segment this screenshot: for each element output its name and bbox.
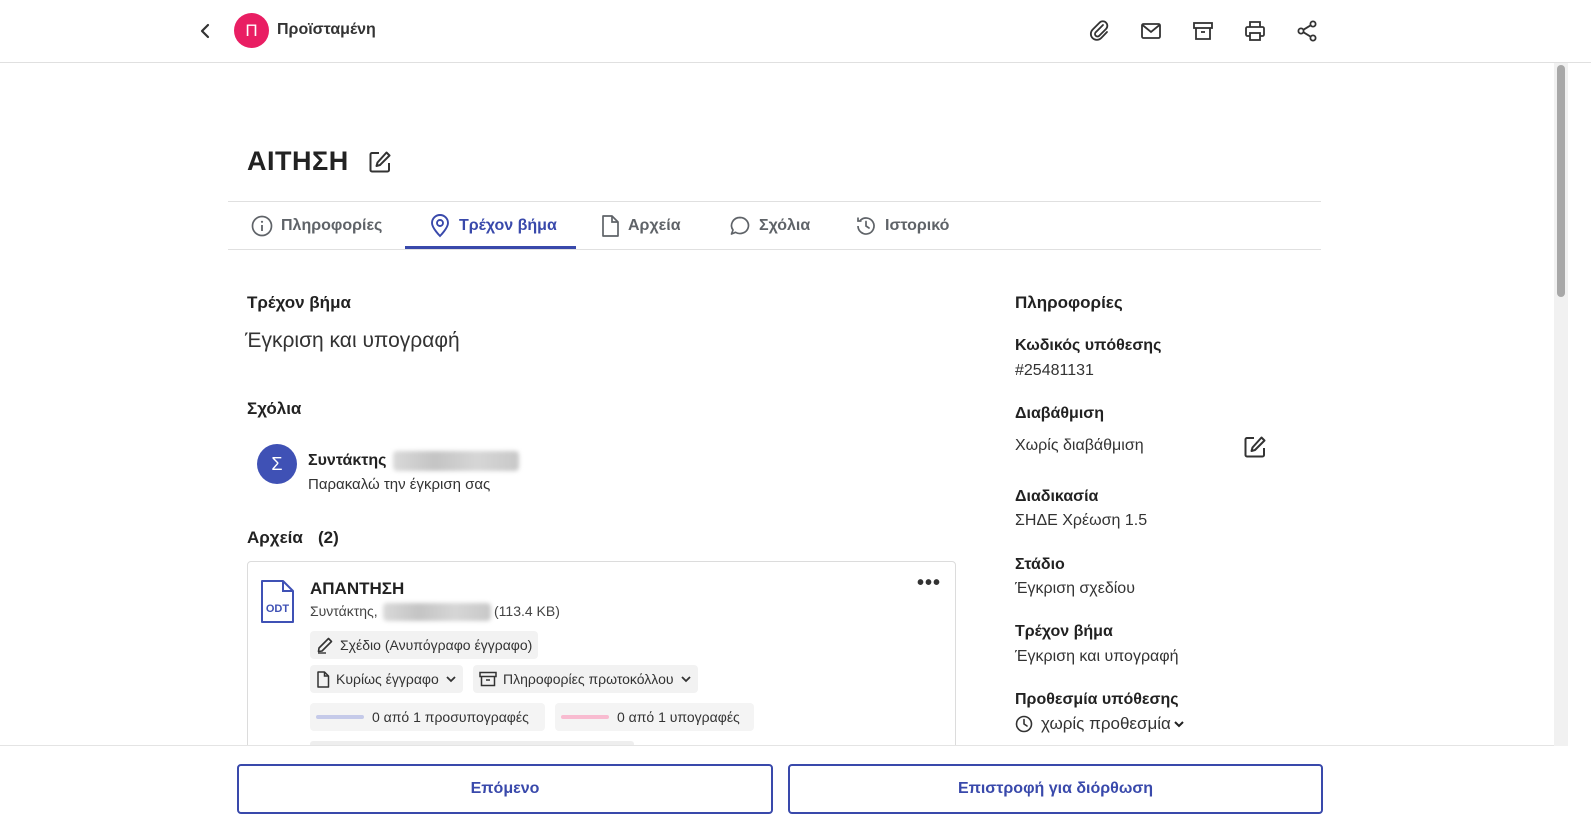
info-icon [251,215,273,237]
deadline-label: Προθεσμία υπόθεσης [1015,691,1179,708]
rating-value: Χωρίς διαβάθμιση [1015,437,1144,454]
scrollbar-thumb[interactable] [1557,65,1565,297]
redacted-author-name [393,451,519,471]
main-document-dropdown[interactable]: Κυρίως έγγραφο [310,665,463,693]
tab-history[interactable]: Ιστορικό [855,202,949,250]
process-value: ΣΗΔΕ Χρέωση 1.5 [1015,512,1148,529]
comment-icon [730,216,750,235]
redacted-file-info [383,603,491,621]
cosignatures-label: 0 από 1 προσυπογραφές [372,709,529,725]
history-icon [857,217,875,235]
deadline-value: χωρίς προθεσμία [1041,714,1171,733]
print-icon[interactable] [1242,18,1267,43]
file-size: (113.4 KB) [494,603,560,619]
stage-value: Έγκριση σχεδίου [1015,580,1135,597]
current-step-info-value: Έγκριση και υπογραφή [1015,648,1179,665]
user-avatar[interactable]: Π [234,13,269,48]
back-arrow-icon[interactable] [193,19,217,43]
tab-bar: Πληροφορίες Τρέχον βήμα Αρχεία Σχόλια Ισ… [228,201,1321,250]
files-heading: Αρχεία [247,528,303,547]
odt-file-icon[interactable]: ODT [258,579,296,625]
file-icon [602,215,619,237]
tab-current-step[interactable]: Τρέχον βήμα [429,202,557,250]
tab-label: Τρέχον βήμα [459,217,557,234]
pencil-icon [317,637,333,654]
signatures-progress: 0 από 1 υπογραφές [555,703,754,731]
protocol-info-dropdown[interactable]: Πληροφορίες πρωτοκόλλου [473,665,698,693]
archive-icon [479,671,497,687]
signatures-bar [561,715,609,719]
main-document-label: Κυρίως έγγραφο [336,671,439,687]
attach-icon[interactable] [1086,18,1111,43]
return-for-correction-button[interactable]: Επιστροφή για διόρθωση [788,764,1323,814]
clock-icon [1015,715,1033,733]
comment-author-avatar: Σ [257,444,297,484]
file-icon [317,670,330,688]
chevron-down-icon [680,676,691,683]
stage-label: Στάδιο [1015,556,1065,573]
file-status-chip: Σχέδιο (Ανυπόγραφο έγγραφο) [310,631,539,659]
tab-comments[interactable]: Σχόλια [729,202,810,250]
tab-label: Πληροφορίες [281,217,383,234]
chevron-down-icon [1174,721,1184,728]
cosignatures-bar [316,715,364,719]
edit-rating-icon[interactable] [1242,434,1268,460]
tab-info[interactable]: Πληροφορίες [251,202,382,250]
cosignatures-progress: 0 από 1 προσυπογραφές [310,703,545,731]
rating-label: Διαβάθμιση [1015,405,1104,422]
page-title: ΑΙΤΗΣΗ [247,146,349,176]
file-name[interactable]: ΑΠΑΝΤΗΣΗ [310,579,404,599]
edit-title-icon[interactable] [367,149,393,175]
tab-label: Ιστορικό [885,217,950,234]
case-code-label: Κωδικός υπόθεσης [1015,337,1162,354]
more-options-icon[interactable]: ••• [915,573,943,596]
deadline-dropdown[interactable]: χωρίς προθεσμία [1015,714,1185,734]
location-pin-icon [431,214,449,238]
top-actions [1086,18,1319,43]
current-step-value: Έγκριση και υπογραφή [245,329,460,352]
tab-label: Αρχεία [628,217,681,234]
tab-files[interactable]: Αρχεία [600,202,681,250]
chevron-down-icon [446,676,456,683]
case-code-value: #25481131 [1015,362,1094,379]
archive-icon[interactable] [1190,18,1215,43]
current-step-heading: Τρέχον βήμα [247,293,351,312]
comment-text: Παρακαλώ την έγκριση σας [308,476,491,493]
tab-label: Σχόλια [759,217,811,234]
info-heading: Πληροφορίες [1015,293,1123,312]
comment-author: Συντάκτης [308,452,387,469]
active-tab-indicator [405,246,576,249]
top-bar: Π Προϊσταμένη [0,0,1591,63]
file-author: Συντάκτης, [310,603,378,619]
file-status-label: Σχέδιο (Ανυπόγραφο έγγραφο) [340,637,533,653]
protocol-info-label: Πληροφορίες πρωτοκόλλου [503,671,674,687]
comments-heading: Σχόλια [247,399,302,418]
file-type-label: ODT [266,603,290,615]
user-name[interactable]: Προϊσταμένη [277,21,376,39]
files-count: (2) [318,528,339,547]
next-button[interactable]: Επόμενο [237,764,773,814]
share-icon[interactable] [1294,18,1319,43]
process-label: Διαδικασία [1015,488,1099,505]
mail-icon[interactable] [1138,18,1163,43]
current-step-info-label: Τρέχον βήμα [1015,623,1113,640]
signatures-label: 0 από 1 υπογραφές [617,709,740,725]
